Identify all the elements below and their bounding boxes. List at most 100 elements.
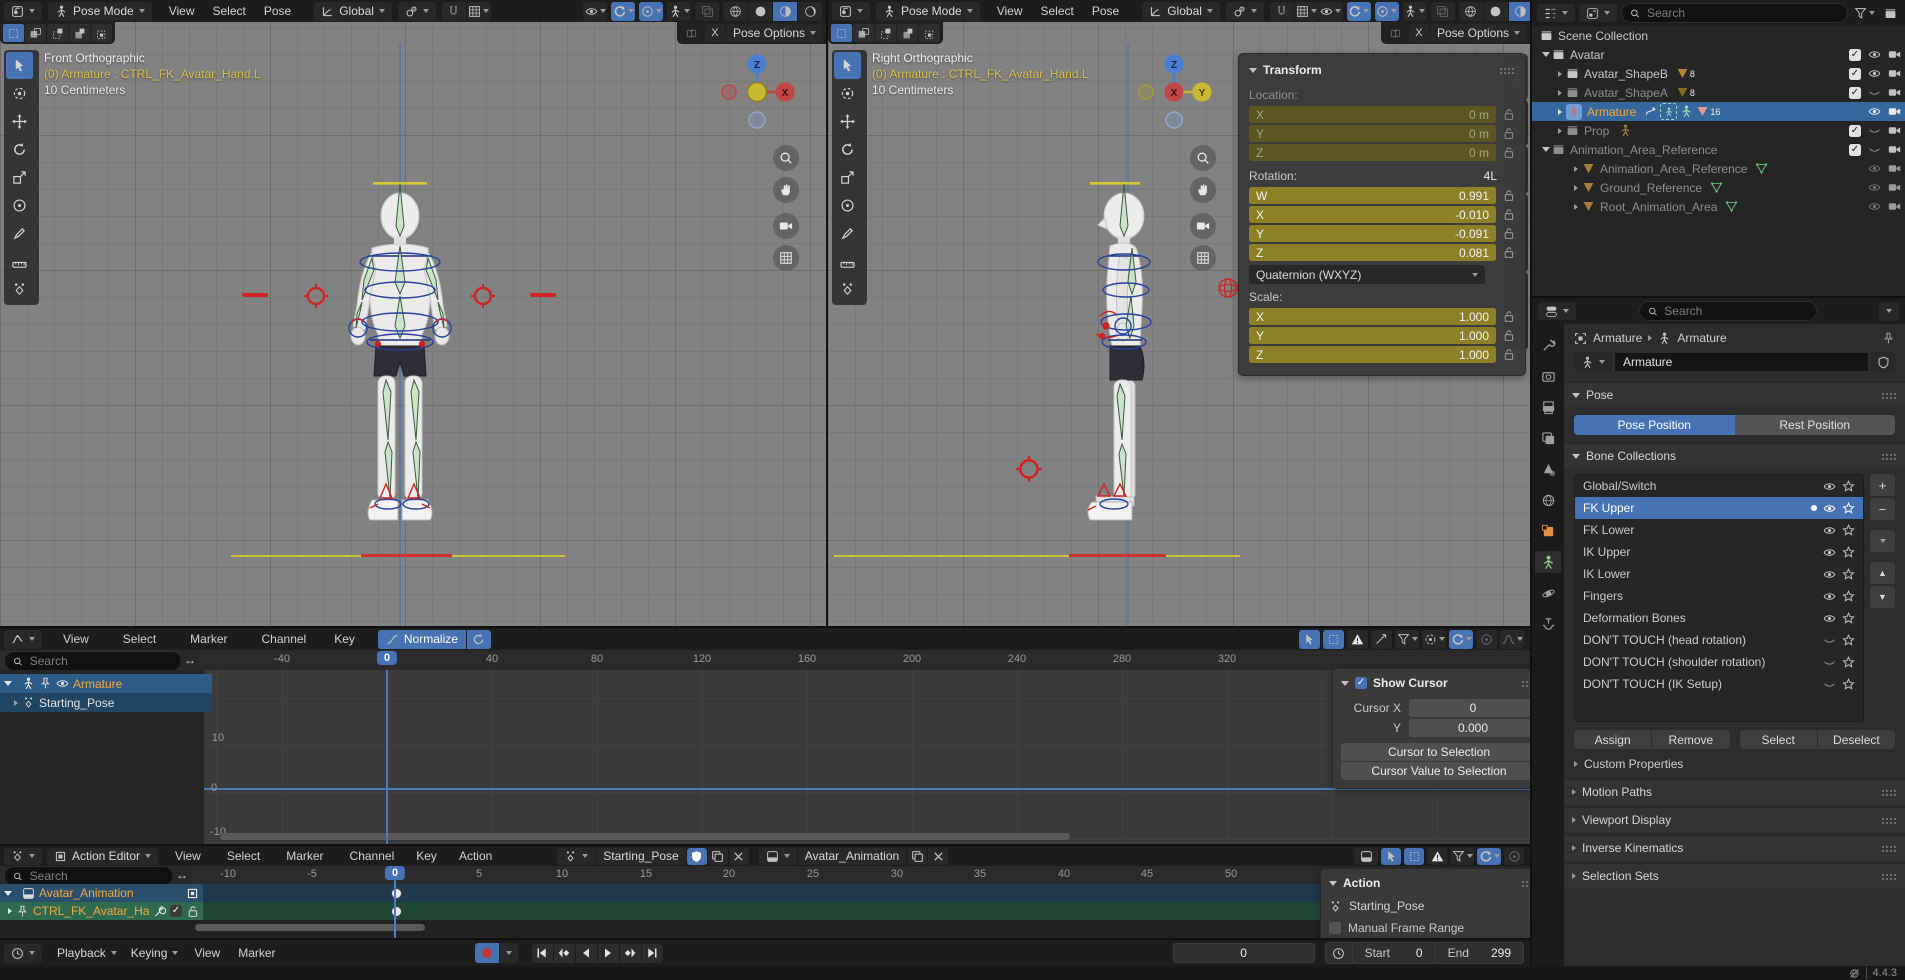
exclude-checkbox[interactable]	[1849, 68, 1861, 80]
keyframe-avatar-animation[interactable]	[391, 888, 402, 899]
rotation-w-field[interactable]: W0.991	[1249, 187, 1496, 204]
search-filter-toggle[interactable]: ↔	[172, 866, 192, 883]
character-front[interactable]	[310, 176, 490, 558]
graph-channel-search[interactable]	[4, 651, 182, 671]
display-mode-dropdown[interactable]	[1537, 4, 1575, 22]
show-overlays-toggle[interactable]	[1375, 2, 1399, 21]
pose-options-dropdown[interactable]: Pose Options	[726, 24, 823, 43]
disable-render-icon[interactable]	[1888, 181, 1901, 194]
rest-position-button[interactable]: Rest Position	[1735, 415, 1896, 435]
play-reverse-button[interactable]	[576, 944, 597, 963]
new-collection-button[interactable]	[1880, 4, 1900, 23]
current-frame-badge[interactable]: 0	[377, 651, 397, 665]
channel-avatar-animation[interactable]: Avatar_Animation	[0, 884, 203, 902]
tool-select-box[interactable]	[834, 52, 861, 79]
graph-h-scrollbar[interactable]	[220, 833, 1070, 840]
previous-keyframe-button[interactable]	[554, 944, 575, 963]
lock-icon[interactable]	[1502, 127, 1515, 140]
eye-icon[interactable]	[1823, 546, 1836, 559]
falloff-dropdown[interactable]	[1500, 630, 1524, 649]
breadcrumb-data[interactable]: Armature	[1677, 331, 1726, 345]
shading-rendered[interactable]	[798, 2, 822, 21]
lock-icon[interactable]	[186, 905, 199, 918]
pose-options-dropdown[interactable]: Pose Options	[1430, 24, 1527, 43]
proportional-edit-toggle[interactable]	[1504, 848, 1524, 865]
normalize-curve-icon[interactable]	[1371, 630, 1392, 649]
snap-settings-dropdown[interactable]	[1295, 2, 1319, 21]
action-datablock-name[interactable]: Starting_Pose	[596, 848, 685, 865]
bone-collection-row-hidden[interactable]: DON'T TOUCH (shoulder rotation)	[1575, 651, 1863, 673]
editor-type-button[interactable]	[4, 2, 42, 21]
tool-scale[interactable]	[834, 164, 861, 191]
auto-snap-dropdown[interactable]	[1477, 848, 1501, 865]
editor-type-button[interactable]	[4, 630, 42, 649]
pin-icon[interactable]	[16, 905, 29, 918]
xray-toggle[interactable]	[1431, 2, 1455, 21]
snap-settings-dropdown[interactable]	[467, 2, 491, 21]
mode-dropdown[interactable]: Pose Mode	[48, 2, 152, 21]
solo-star-icon[interactable]	[1842, 612, 1855, 625]
breadcrumb-object[interactable]: Armature	[1593, 331, 1642, 345]
hide-eye-icon[interactable]	[1868, 162, 1881, 175]
outliner-row-animation-area-mesh[interactable]: Animation_Area_Reference	[1532, 159, 1905, 178]
menu-view[interactable]: View	[988, 4, 1032, 18]
orientation-dropdown[interactable]: Global	[1142, 2, 1220, 21]
select-mode-intersect[interactable]	[91, 24, 112, 42]
modifier-wrench-icon[interactable]	[153, 905, 166, 918]
menu-view[interactable]: View	[185, 946, 229, 960]
location-z-field[interactable]: Z0 m	[1249, 144, 1496, 161]
solo-star-icon[interactable]	[1842, 524, 1855, 537]
shading-wireframe[interactable]	[1459, 2, 1483, 21]
jump-to-start-button[interactable]	[532, 944, 553, 963]
scale-x-field[interactable]: X1.000	[1249, 308, 1496, 325]
show-gizmo-toggle[interactable]	[611, 2, 635, 21]
frame-end-field[interactable]: End 299	[1436, 943, 1523, 963]
search-input[interactable]	[28, 653, 173, 669]
eye-icon[interactable]	[1823, 612, 1836, 625]
menu-pose[interactable]: Pose	[1083, 4, 1128, 18]
pose-position-button[interactable]: Pose Position	[1574, 415, 1735, 435]
tab-render[interactable]	[1535, 365, 1561, 387]
lock-icon[interactable]	[1502, 310, 1515, 323]
hide-eye-icon[interactable]	[1868, 86, 1881, 99]
ik-handle-left[interactable]	[303, 283, 329, 309]
outliner-row-animation-area-collection[interactable]: Animation_Area_Reference	[1532, 140, 1905, 159]
menu-key[interactable]: Key	[325, 632, 364, 646]
hide-eye-icon[interactable]	[1868, 48, 1881, 61]
viewport-front[interactable]: Z X Front Orthographic (0) Armature : CT…	[0, 0, 826, 626]
snap-toggle[interactable]	[442, 2, 466, 21]
disable-render-icon[interactable]	[1888, 48, 1901, 61]
hide-eye-icon[interactable]	[1868, 124, 1881, 137]
mirror-butterfly-icon[interactable]	[680, 24, 704, 43]
tab-constraints[interactable]	[1535, 613, 1561, 635]
rotation-y-field[interactable]: Y-0.091	[1249, 225, 1496, 242]
tool-annotate[interactable]	[6, 220, 33, 247]
disable-render-icon[interactable]	[1888, 67, 1901, 80]
scale-y-field[interactable]: Y1.000	[1249, 327, 1496, 344]
mirror-x-toggle[interactable]: X	[705, 24, 725, 43]
mirror-butterfly-icon[interactable]	[1384, 24, 1408, 43]
eye-icon[interactable]	[1823, 590, 1836, 603]
cursor-to-selection-button[interactable]: Cursor to Selection	[1341, 743, 1530, 761]
mirror-x-toggle[interactable]: X	[1409, 24, 1429, 43]
cursor-y-field[interactable]: 0.000	[1409, 719, 1530, 737]
solo-star-icon[interactable]	[1842, 590, 1855, 603]
motion-paths-panel[interactable]: Motion Paths	[1564, 779, 1905, 804]
tool-transform[interactable]	[6, 192, 33, 219]
shading-material[interactable]	[773, 2, 797, 21]
eye-closed-icon[interactable]	[1823, 678, 1836, 691]
menu-action[interactable]: Action	[450, 849, 501, 863]
properties-search[interactable]	[1639, 301, 1817, 321]
only-errors-toggle[interactable]	[1427, 848, 1447, 865]
bone-collection-row[interactable]: IK Upper	[1575, 541, 1863, 563]
hide-eye-icon[interactable]	[1868, 67, 1881, 80]
box-select-toggle[interactable]	[1323, 630, 1344, 649]
auto-keying-record-button[interactable]	[475, 943, 499, 963]
ik-handle-side[interactable]	[1015, 455, 1043, 483]
select-button[interactable]: Select	[1740, 730, 1817, 749]
tool-pose-extra[interactable]	[6, 276, 33, 303]
outliner-row-ground-reference[interactable]: Ground_Reference	[1532, 178, 1905, 197]
bone-collection-row[interactable]: Deformation Bones	[1575, 607, 1863, 629]
ik-handle-right[interactable]	[470, 283, 496, 309]
slot-datablock-icon[interactable]	[759, 848, 797, 865]
